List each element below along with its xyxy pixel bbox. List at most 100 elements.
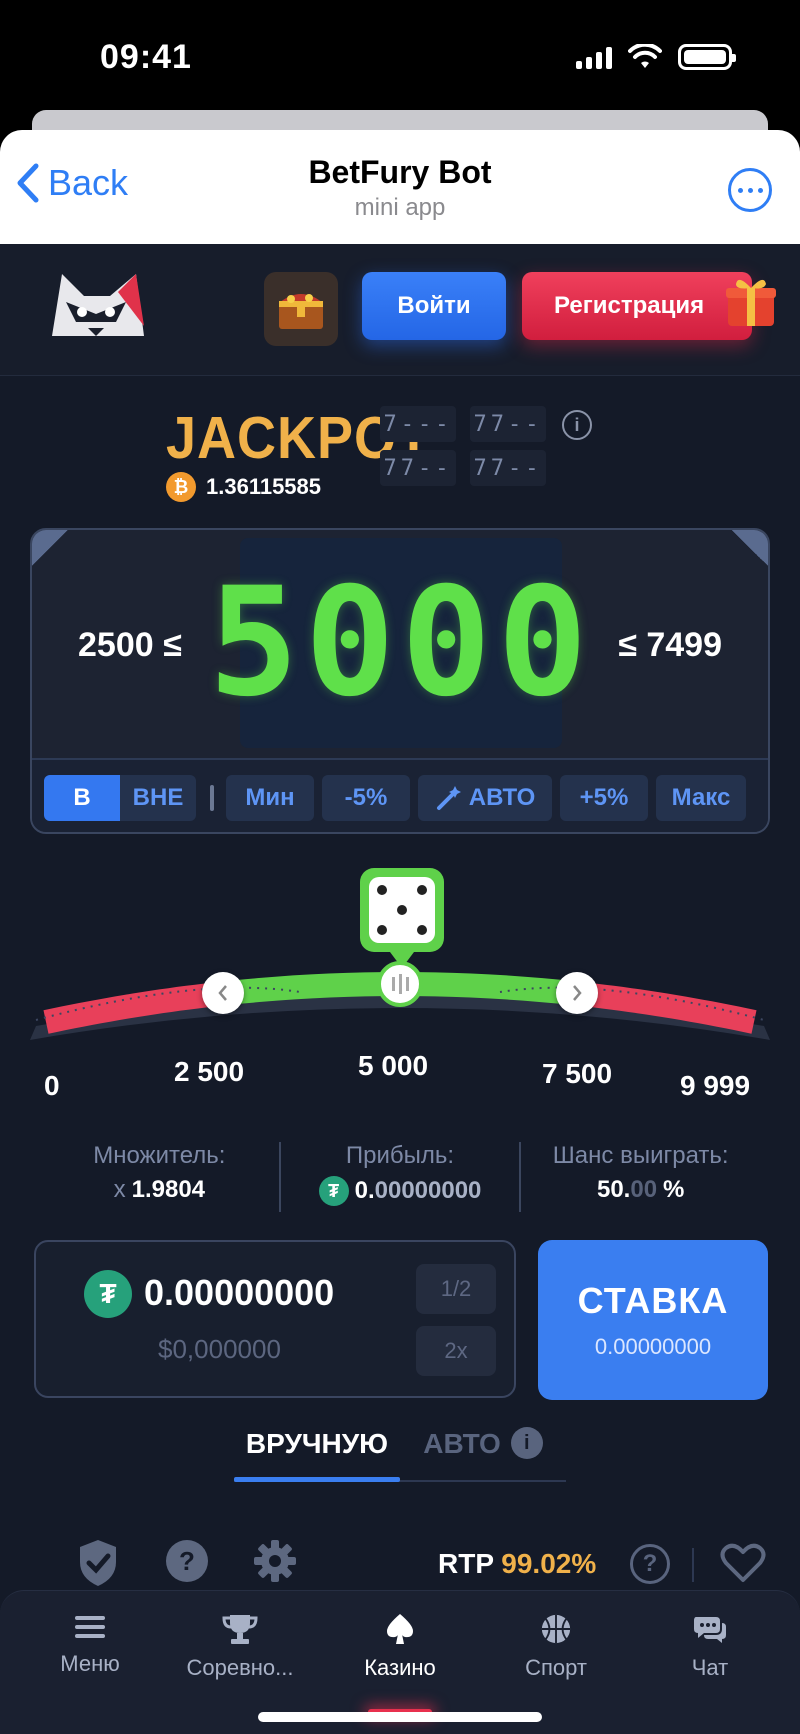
scale-label: 5 000 bbox=[358, 1050, 429, 1081]
place-bet-button[interactable]: СТАВКА 0.00000000 bbox=[538, 1240, 768, 1400]
tether-icon: ₮ bbox=[318, 1176, 349, 1206]
fairness-shield-icon[interactable] bbox=[76, 1538, 120, 1588]
bet-amount-box[interactable]: ₮ 0.00000000 $0,000000 1/2 2x bbox=[34, 1240, 516, 1398]
profit-int: 0. bbox=[354, 1177, 375, 1204]
hamburger-menu-icon bbox=[75, 1616, 105, 1638]
multiplier-number: 1.9804 bbox=[131, 1176, 206, 1203]
scale-label: 7 500 bbox=[542, 1058, 613, 1089]
gift-icon bbox=[726, 279, 776, 326]
wifi-icon bbox=[628, 44, 662, 68]
roll-display: 5000 bbox=[208, 538, 588, 748]
panel-corner bbox=[730, 530, 768, 568]
double-bet-button[interactable]: 2x bbox=[416, 1326, 496, 1376]
chance-value[interactable]: 50.00 % bbox=[521, 1176, 760, 1204]
nav-label: Меню bbox=[60, 1651, 120, 1676]
multiplier-prefix: x bbox=[113, 1176, 126, 1203]
tab-auto[interactable]: АВТО i bbox=[400, 1418, 566, 1480]
treasure-chest-button[interactable] bbox=[264, 272, 338, 346]
chance-int: 50. bbox=[596, 1176, 631, 1203]
signal-icon bbox=[576, 45, 612, 69]
half-bet-button[interactable]: 1/2 bbox=[416, 1264, 496, 1314]
nav-label: Спорт bbox=[525, 1655, 587, 1680]
range-low-label: 2500 ≤ bbox=[78, 626, 182, 664]
chance-decimals: 00 bbox=[630, 1176, 658, 1203]
place-bet-label: СТАВКА bbox=[577, 1280, 729, 1321]
tab-manual[interactable]: ВРУЧНУЮ bbox=[234, 1418, 400, 1482]
profit-value: ₮ 0.00000000 bbox=[281, 1176, 520, 1206]
panel-corner bbox=[32, 530, 70, 568]
nav-item-menu[interactable]: Меню bbox=[20, 1613, 160, 1677]
chevron-left-icon bbox=[218, 985, 227, 1002]
rtp-indicator: RTP 99.02% bbox=[438, 1548, 596, 1580]
nav-label: Соревно... bbox=[186, 1655, 294, 1680]
home-indicator[interactable] bbox=[258, 1712, 542, 1722]
stats-row: Множитель: x 1.9804 Прибыль: ₮ 0.0000000… bbox=[40, 1142, 760, 1212]
heart-icon[interactable] bbox=[720, 1542, 766, 1584]
jackpot-amount-value: 1.36115585 bbox=[206, 474, 322, 499]
auto-range-label: АВТО bbox=[468, 784, 536, 811]
scale-label: 9 999 bbox=[680, 1070, 751, 1101]
info-icon[interactable]: i bbox=[510, 1427, 543, 1459]
help-icon[interactable]: ? bbox=[164, 1538, 210, 1584]
tether-icon: ₮ bbox=[84, 1270, 132, 1318]
slider-center-handle[interactable] bbox=[377, 961, 423, 1007]
place-bet-amount: 0.00000000 bbox=[594, 1334, 712, 1359]
plus-5-button[interactable]: +5% bbox=[560, 775, 648, 821]
spade-icon bbox=[387, 1614, 413, 1644]
telegram-header: Back BetFury Bot mini app bbox=[0, 130, 800, 244]
range-slider[interactable]: 0 2 500 5 000 7 500 9 999 bbox=[0, 864, 800, 1104]
range-high-label: ≤ 7499 bbox=[618, 626, 722, 664]
mode-out-button[interactable]: ВНЕ bbox=[120, 775, 196, 821]
rtp-value: 99.02% bbox=[501, 1548, 597, 1579]
range-panel: 2500 ≤ 5000 ≤ 7499 В ВНЕ Мин -5% АВТО +5… bbox=[30, 528, 770, 834]
login-button[interactable]: Войти bbox=[362, 272, 506, 340]
scale-label: 0 bbox=[44, 1070, 60, 1101]
jackpot-cell: 77-- bbox=[470, 406, 546, 442]
app-content: Войти Регистрация JACKPOT ₿ 1.36115585 7… bbox=[0, 244, 800, 1734]
bet-amount-input[interactable]: 0.00000000 bbox=[144, 1272, 334, 1314]
nav-item-chat[interactable]: Чат bbox=[640, 1613, 780, 1681]
mode-in-button[interactable]: В bbox=[44, 775, 120, 821]
nav-item-casino[interactable]: Казино bbox=[330, 1613, 470, 1681]
mode-separator bbox=[210, 785, 214, 811]
rtp-help-icon[interactable]: ? bbox=[630, 1544, 670, 1584]
min-button[interactable]: Мин bbox=[226, 775, 314, 821]
rtp-label: RTP bbox=[438, 1548, 494, 1579]
jackpot-amount: ₿ 1.36115585 bbox=[166, 472, 321, 502]
profit-decimals: 00000000 bbox=[374, 1177, 482, 1204]
chance-unit: % bbox=[663, 1176, 685, 1203]
scale-label: 2 500 bbox=[174, 1056, 245, 1087]
nav-item-sport[interactable]: Спорт bbox=[486, 1613, 626, 1681]
jackpot-cell: 77-- bbox=[380, 450, 456, 486]
app-subtitle: mini app bbox=[354, 194, 446, 221]
chance-label: Шанс выиграть: bbox=[552, 1142, 729, 1169]
multiplier-value[interactable]: x 1.9804 bbox=[40, 1176, 279, 1204]
bet-usd-value: $0,000000 bbox=[158, 1334, 281, 1364]
multiplier-stat: Множитель: x 1.9804 bbox=[40, 1142, 279, 1212]
auto-range-button[interactable]: АВТО bbox=[418, 775, 552, 821]
status-bar: 09:41 bbox=[0, 0, 800, 110]
multiplier-label: Множитель: bbox=[93, 1142, 226, 1169]
settings-gear-icon[interactable] bbox=[252, 1538, 298, 1584]
app-title: BetFury Bot bbox=[308, 154, 492, 190]
nav-label: Казино bbox=[364, 1655, 436, 1680]
jackpot-info-icon[interactable]: i bbox=[562, 410, 592, 440]
status-time: 09:41 bbox=[100, 38, 192, 76]
minus-5-button[interactable]: -5% bbox=[322, 775, 410, 821]
chevron-right-icon bbox=[573, 985, 582, 1002]
jackpot-cell: 7--- bbox=[380, 406, 456, 442]
magic-wand-icon bbox=[436, 786, 461, 810]
more-options-icon[interactable] bbox=[728, 168, 772, 212]
trophy-icon bbox=[222, 1615, 258, 1644]
mode-row: В ВНЕ Мин -5% АВТО +5% Макс bbox=[32, 758, 768, 832]
raccoon-logo-icon[interactable] bbox=[44, 266, 150, 346]
jackpot-cell: 77-- bbox=[470, 450, 546, 486]
max-button[interactable]: Макс bbox=[656, 775, 746, 821]
status-icons bbox=[576, 44, 736, 70]
nav-item-competitions[interactable]: Соревно... bbox=[170, 1613, 310, 1681]
register-button[interactable]: Регистрация bbox=[522, 272, 752, 340]
tools-row: ? RTP 99.02% ? bbox=[0, 1534, 800, 1594]
tab-auto-label: АВТО bbox=[423, 1428, 501, 1459]
treasure-chest-icon bbox=[279, 294, 323, 329]
basketball-icon bbox=[541, 1614, 571, 1644]
